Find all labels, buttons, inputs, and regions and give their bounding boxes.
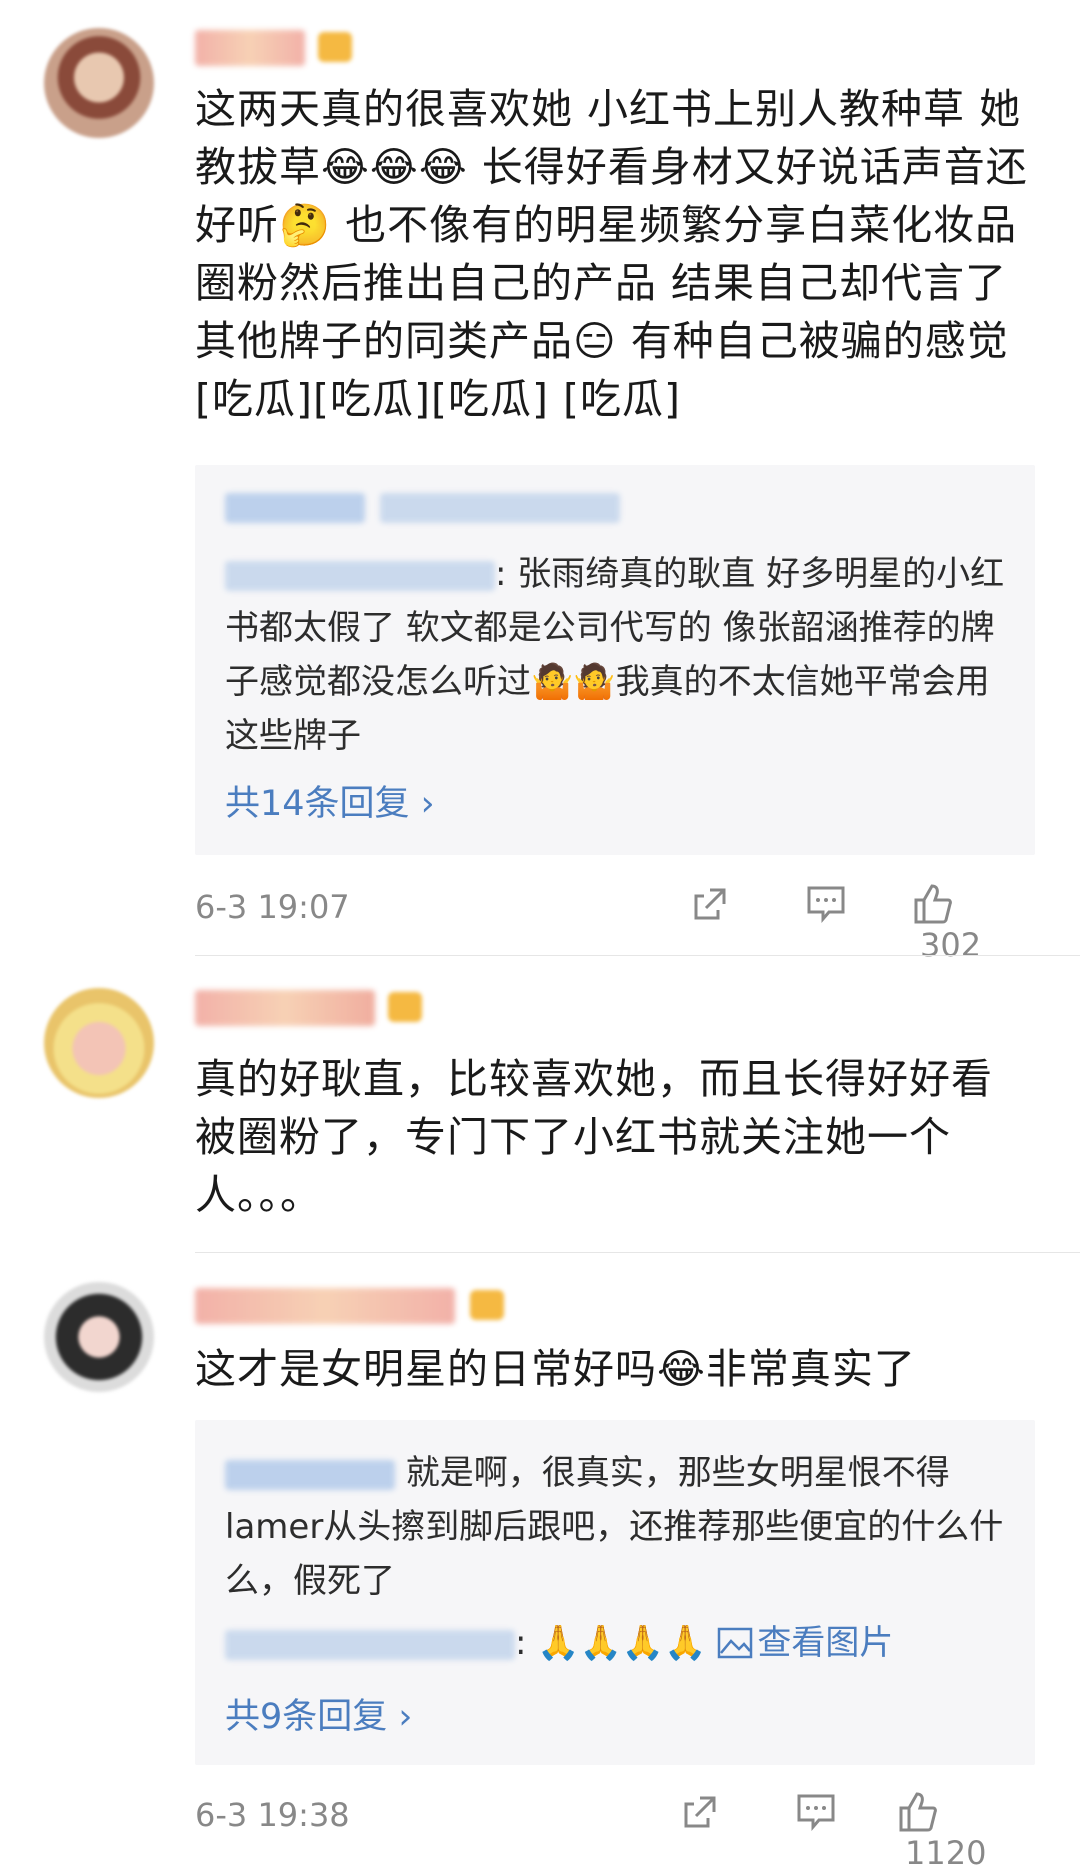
share-button[interactable]: [690, 884, 730, 932]
timestamp: 6-3 19:38: [195, 1796, 350, 1834]
username[interactable]: [195, 1288, 455, 1324]
comment-meta: 6-3 19:38 1120: [195, 1790, 1035, 1872]
timestamp: 6-3 19:07: [195, 888, 350, 926]
view-replies-link[interactable]: 共14条回复 ›: [225, 775, 435, 826]
divider: [195, 955, 1080, 956]
comment-text: 真的好耿直，比较喜欢她，而且长得好好看被圈粉了，专门下了小红书就关注她一个人。。…: [195, 1055, 993, 1219]
share-button[interactable]: [680, 1792, 720, 1840]
comment-meta: 6-3 19:07 302: [195, 882, 1035, 964]
avatar[interactable]: [44, 988, 154, 1098]
reply-box[interactable]: 就是啊，很真实，那些女明星恨不得lamer从头擦到脚后跟吧，还推荐那些便宜的什么…: [195, 1420, 1035, 1765]
comment-icon: [797, 1794, 835, 1832]
vip-badge-icon: [318, 32, 352, 62]
comment-text: 这才是女明星的日常好吗😂非常真实了: [195, 1345, 916, 1393]
username[interactable]: [195, 30, 305, 66]
reply-username[interactable]: [225, 1459, 395, 1490]
like-count: 1120: [905, 1834, 987, 1872]
vip-badge-icon: [470, 1290, 504, 1320]
share-icon: [684, 1796, 716, 1828]
reply-text: : 🙏🙏🙏🙏 查看图片: [225, 1616, 1015, 1670]
view-replies-link[interactable]: 共9条回复 ›: [225, 1688, 412, 1739]
like-icon: [899, 1792, 937, 1832]
vip-badge-icon: [388, 992, 422, 1022]
comment-button[interactable]: [795, 1792, 837, 1840]
avatar[interactable]: [44, 1282, 154, 1392]
reply-box[interactable]: : 张雨绮真的耿直 好多明星的小红书都太假了 软文都是公司代写的 像张韶涵推荐的…: [195, 465, 1035, 855]
like-button[interactable]: 1120: [895, 1790, 1035, 1872]
reply-text: 就是啊，很真实，那些女明星恨不得lamer从头擦到脚后跟吧，还推荐那些便宜的什么…: [225, 1453, 1004, 1601]
divider: [195, 1252, 1080, 1253]
like-count: 302: [920, 926, 982, 964]
username[interactable]: [195, 990, 375, 1026]
reply-username[interactable]: [225, 1629, 515, 1660]
image-icon: [718, 1627, 753, 1659]
reply-text: : 张雨绮真的耿直 好多明星的小红书都太假了 软文都是公司代写的 像张韶涵推荐的…: [225, 554, 1005, 756]
comment-icon: [807, 886, 845, 924]
avatar[interactable]: [44, 28, 154, 138]
reply-mention[interactable]: [225, 560, 495, 591]
share-icon: [694, 888, 726, 920]
comment-button[interactable]: [805, 884, 847, 932]
view-image-link[interactable]: 查看图片: [717, 1623, 893, 1663]
like-icon: [914, 884, 952, 924]
reply-username[interactable]: [225, 493, 645, 533]
comment-text: 这两天真的很喜欢她 小红书上别人教种草 她教拔草😂😂😂 长得好看身材又好说话声音…: [195, 85, 1028, 423]
like-button[interactable]: 302: [910, 882, 1035, 964]
